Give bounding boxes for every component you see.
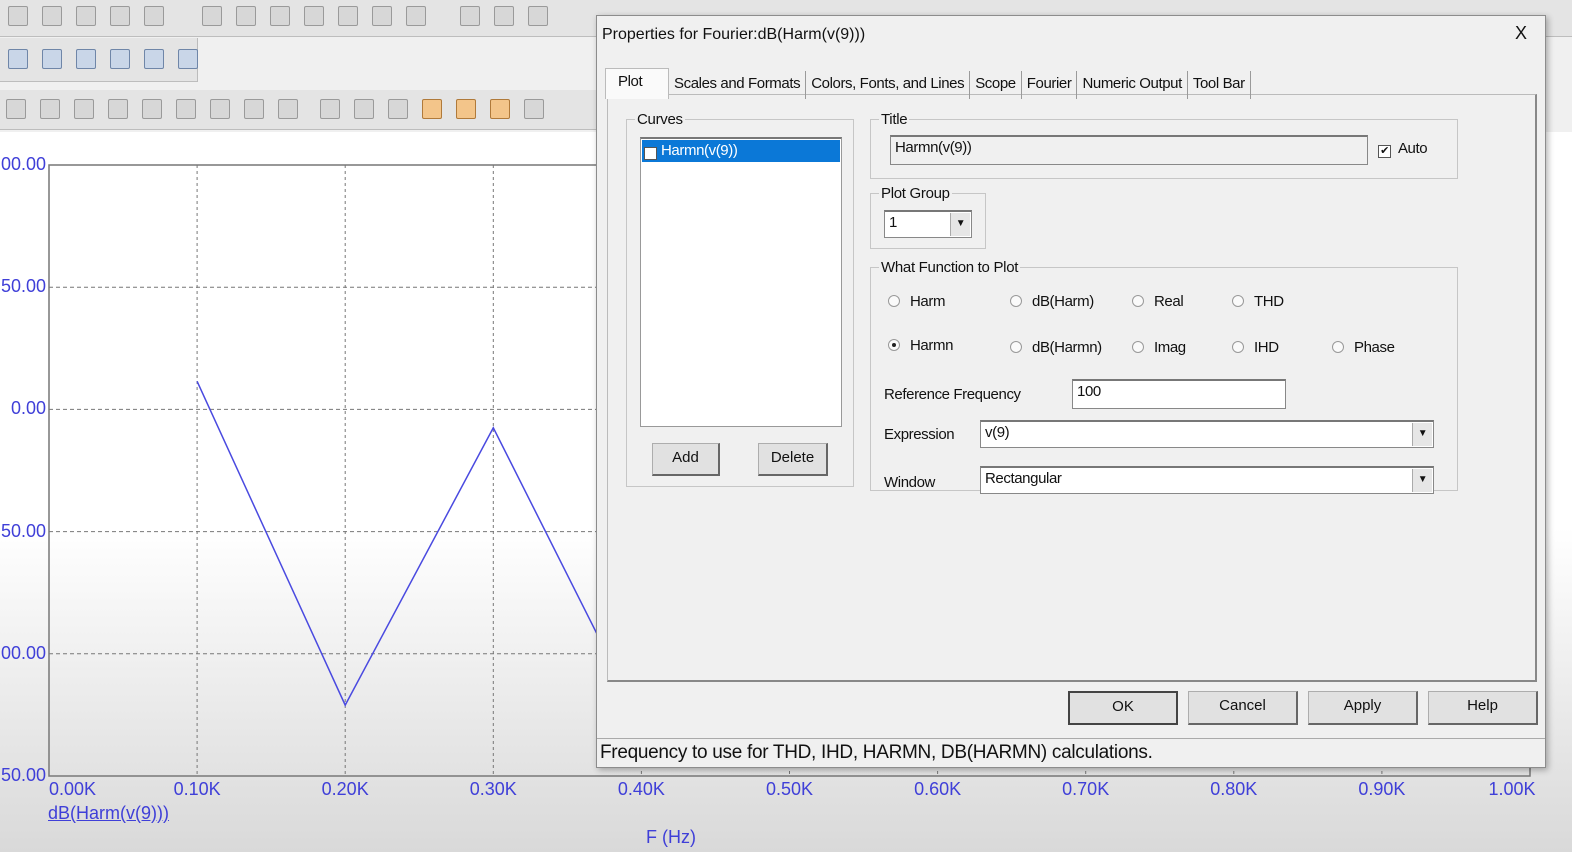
- curve-item[interactable]: ✔ Harmn(v(9)): [642, 140, 840, 162]
- delete-button[interactable]: Delete: [758, 443, 828, 476]
- radio-db-harm-[interactable]: dB(Harm): [1010, 293, 1094, 310]
- radio-button-icon[interactable]: [1132, 341, 1144, 353]
- x-tick-label: 1.00K: [1488, 779, 1536, 799]
- x-tick-label: 0.50K: [765, 779, 814, 799]
- plot-group-value: 1: [889, 214, 897, 231]
- radio-label: THD: [1254, 293, 1284, 310]
- window-value: Rectangular: [985, 470, 1062, 487]
- add-button[interactable]: Add: [652, 443, 720, 476]
- ok-button[interactable]: OK: [1068, 691, 1178, 725]
- chevron-down-icon[interactable]: ▼: [1412, 469, 1432, 492]
- tab-scope[interactable]: Scope: [970, 71, 1022, 99]
- plot-group-select[interactable]: 1 ▼: [884, 210, 972, 238]
- close-button[interactable]: X: [1515, 23, 1527, 44]
- radio-button-icon[interactable]: [1232, 341, 1244, 353]
- y-tick-label: 00.00: [0, 154, 46, 174]
- radio-ihd[interactable]: IHD: [1232, 339, 1279, 356]
- curve-label: Harmn(v(9)): [661, 142, 738, 159]
- dialog-title: Properties for Fourier:dB(Harm(v(9))): [602, 26, 866, 43]
- x-tick-label: 0.00K: [49, 779, 97, 799]
- radio-harm[interactable]: Harm: [888, 293, 945, 310]
- title-group-label: Title: [881, 111, 908, 128]
- x-tick-label: 0.30K: [469, 779, 517, 799]
- curves-label: Curves: [637, 111, 683, 128]
- curves-list[interactable]: ✔ Harmn(v(9)): [640, 137, 842, 427]
- plot-tab-panel: Curves ✔ Harmn(v(9)) Add Delete Title Har…: [607, 94, 1537, 682]
- x-tick-label: 0.90K: [1358, 779, 1406, 799]
- window-select[interactable]: Rectangular ▼: [980, 466, 1434, 494]
- window-label: Window: [884, 474, 935, 491]
- x-tick-label: 0.80K: [1210, 779, 1258, 799]
- radio-label: IHD: [1254, 339, 1279, 356]
- reference-frequency-input[interactable]: 100: [1072, 379, 1286, 409]
- radio-button-icon[interactable]: [1232, 295, 1244, 307]
- auto-checkbox[interactable]: ✔ Auto: [1378, 140, 1428, 158]
- radio-label: Real: [1154, 293, 1184, 310]
- y-tick-label: 0.00: [10, 398, 46, 419]
- curve-checkbox[interactable]: ✔: [644, 147, 657, 160]
- radio-label: Phase: [1354, 339, 1395, 356]
- tab-tool-bar[interactable]: Tool Bar: [1188, 71, 1251, 99]
- radio-button-icon[interactable]: [888, 295, 900, 307]
- radio-button-icon[interactable]: [1010, 341, 1022, 353]
- y-tick-label: 50.00: [0, 276, 46, 297]
- tab-colors-fonts-and-lines[interactable]: Colors, Fonts, and Lines: [806, 71, 971, 99]
- radio-label: Harm: [910, 293, 946, 310]
- apply-button[interactable]: Apply: [1308, 691, 1418, 725]
- chevron-down-icon[interactable]: ▼: [950, 213, 970, 236]
- properties-dialog: Properties for Fourier:dB(Harm(v(9))) X …: [596, 15, 1546, 768]
- x-tick-label: 0.60K: [914, 779, 962, 799]
- auto-label: Auto: [1397, 140, 1428, 157]
- radio-real[interactable]: Real: [1132, 293, 1184, 310]
- radio-harmn[interactable]: Harmn: [888, 337, 953, 354]
- x-tick-label: 0.20K: [321, 779, 369, 799]
- chevron-down-icon[interactable]: ▼: [1412, 423, 1432, 446]
- title-input[interactable]: Harmn(v(9)): [890, 135, 1368, 165]
- radio-button-icon[interactable]: [1132, 295, 1144, 307]
- plot-group-label: Plot Group: [881, 185, 950, 202]
- radio-imag[interactable]: Imag: [1132, 339, 1186, 356]
- radio-thd[interactable]: THD: [1232, 293, 1284, 310]
- radio-label: Harmn: [910, 337, 954, 354]
- tab-numeric-output[interactable]: Numeric Output: [1077, 71, 1188, 99]
- radio-phase[interactable]: Phase: [1332, 339, 1395, 356]
- reference-frequency-label: Reference Frequency: [884, 386, 1021, 403]
- tab-fourier[interactable]: Fourier: [1022, 71, 1078, 99]
- series-line: [196, 380, 643, 723]
- x-tick-label: 0.40K: [617, 779, 665, 799]
- radio-label: dB(Harm): [1032, 293, 1094, 310]
- radio-button-icon[interactable]: [1332, 341, 1344, 353]
- radio-label: dB(Harmn): [1032, 339, 1102, 356]
- expression-combo[interactable]: v(9) ▼: [980, 420, 1434, 448]
- radio-db-harmn-[interactable]: dB(Harmn): [1010, 339, 1102, 356]
- tab-strip: Plot Scales and Formats Colors, Fonts, and…: [605, 68, 1251, 99]
- tab-scales-and-formats[interactable]: Scales and Formats: [669, 71, 807, 99]
- function-label: What Function to Plot: [881, 259, 1019, 276]
- cancel-button[interactable]: Cancel: [1188, 691, 1298, 725]
- radio-button-icon[interactable]: [1010, 295, 1022, 307]
- y-tick-label: 00.00: [0, 642, 46, 663]
- y-tick-label: 50.00: [0, 765, 46, 785]
- x-axis-title: F (Hz): [646, 827, 696, 847]
- radio-label: Imag: [1154, 339, 1186, 356]
- x-tick-label: 0.10K: [173, 779, 221, 799]
- legend-curve-label[interactable]: dB(Harm(v(9))): [48, 803, 169, 824]
- expression-label: Expression: [884, 426, 955, 443]
- radio-button-icon[interactable]: [888, 339, 900, 351]
- expression-value: v(9): [985, 424, 1010, 441]
- y-tick-label: 50.00: [0, 520, 46, 541]
- help-button[interactable]: Help: [1428, 691, 1538, 725]
- status-bar: Frequency to use for THD, IHD, HARMN, DB…: [597, 738, 1545, 768]
- tab-plot[interactable]: Plot: [605, 68, 669, 99]
- x-tick-label: 0.70K: [1062, 779, 1110, 799]
